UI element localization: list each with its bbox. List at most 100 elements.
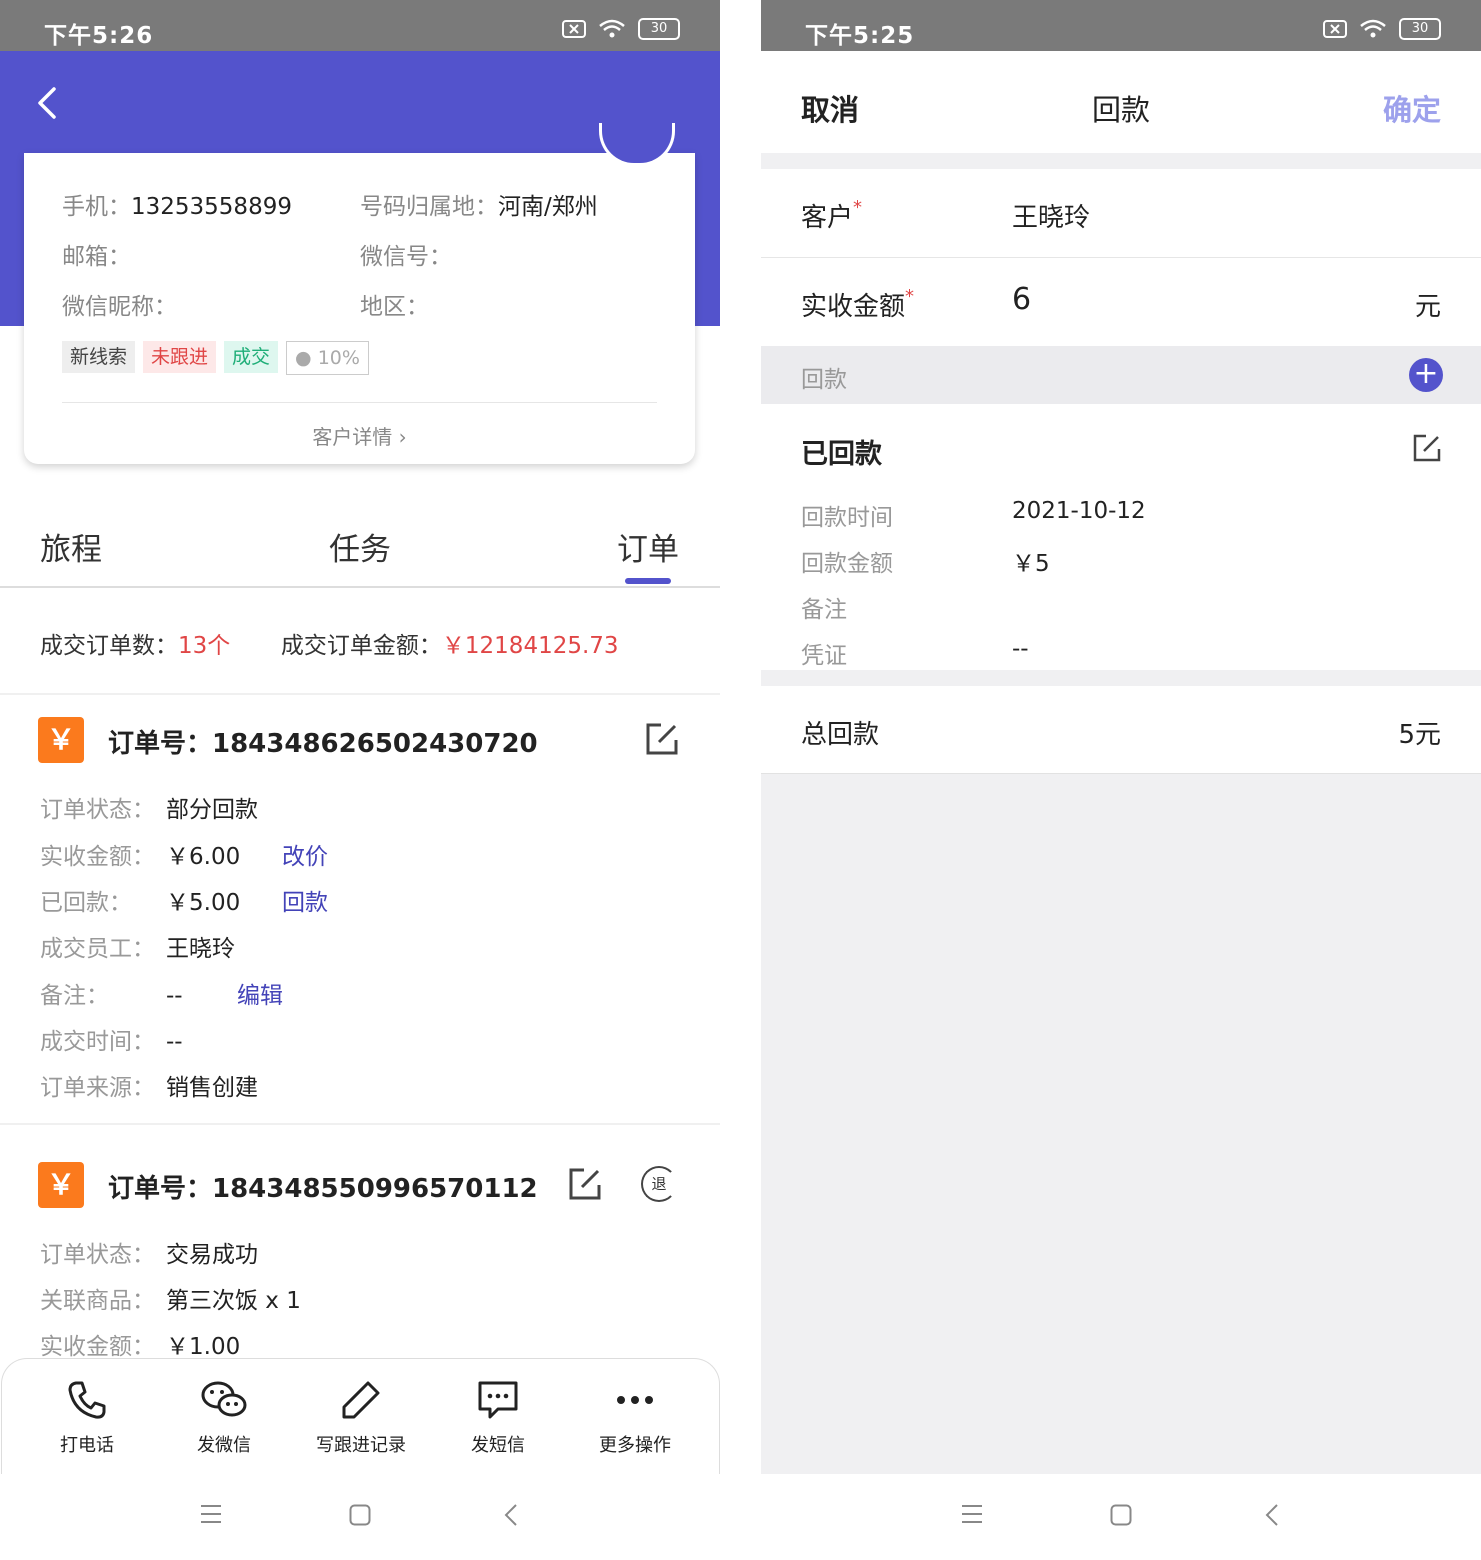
- payment-amount: ￥5: [1012, 551, 1050, 577]
- order-row: 订单状态： 交易成功: [40, 1242, 258, 1268]
- region-value: 河南/郑州: [498, 194, 598, 220]
- tab-indicator: [625, 578, 671, 584]
- sim-icon: [1323, 20, 1347, 38]
- email-field: 邮箱：: [62, 244, 131, 270]
- payment-screen: 下午5:25 30 回款 取消 确定 客户* 王晓玲 实收金额* 6 元 回款 …: [761, 0, 1481, 1560]
- system-nav-bar: [761, 1474, 1481, 1560]
- call-button[interactable]: 打电话: [22, 1379, 152, 1457]
- pencil-icon: [342, 1381, 380, 1419]
- message-icon: [478, 1381, 518, 1419]
- page-title: 回款: [1091, 93, 1150, 127]
- customer-value[interactable]: 王晓玲: [1012, 197, 1090, 234]
- home-icon[interactable]: [349, 1504, 371, 1526]
- order-summary: 成交订单数：13个 成交订单金额：￥12184125.73: [40, 633, 619, 659]
- customer-detail-link[interactable]: 客户详情 ›: [24, 421, 695, 450]
- tag-new-lead: 新线索: [62, 341, 136, 373]
- system-nav-bar: [0, 1474, 720, 1560]
- edit-icon[interactable]: [645, 722, 679, 756]
- order-row: 备注： --: [40, 983, 183, 1009]
- order-amount: ￥12184125.73: [441, 633, 619, 659]
- customer-screen: 下午5:26 30 手机：13253558899 号码归属地：河南/郑州 邮箱：…: [0, 0, 720, 1560]
- order-row: 已回款： ￥5.00: [40, 890, 241, 916]
- home-icon[interactable]: [1110, 1504, 1132, 1526]
- area-field: 地区：: [360, 294, 429, 320]
- chevron-right-icon: ›: [398, 425, 407, 449]
- tab-bar: 旅程 任务 订单: [0, 520, 720, 588]
- more-icon: [617, 1396, 653, 1404]
- change-price-link[interactable]: 改价: [282, 837, 328, 871]
- battery-icon: 30: [1399, 18, 1441, 40]
- phone-value[interactable]: 13253558899: [131, 194, 292, 220]
- wechat-icon: [201, 1381, 247, 1417]
- sms-button[interactable]: 发短信: [433, 1379, 563, 1457]
- wechat-button[interactable]: 发微信: [159, 1379, 289, 1457]
- add-payment-button[interactable]: +: [1409, 358, 1443, 392]
- order-row: 关联商品： 第三次饭 x 1: [40, 1288, 301, 1314]
- returned-title: 已回款: [801, 439, 882, 470]
- tag-deal: 成交: [224, 341, 279, 373]
- divider: [0, 1123, 720, 1125]
- avatar[interactable]: [599, 123, 675, 166]
- order-number: 订单号：184348550996570112: [108, 1174, 538, 1204]
- order-count: 13个: [178, 633, 231, 659]
- total-payment-row: 总回款 5元: [761, 686, 1481, 774]
- tab-orders[interactable]: 订单: [617, 524, 679, 569]
- payment-voucher: --: [1012, 636, 1029, 662]
- nav-back-icon[interactable]: [1264, 1504, 1280, 1526]
- battery-icon: 30: [638, 18, 680, 40]
- menu-icon[interactable]: [961, 1504, 983, 1524]
- confirm-button[interactable]: 确定: [1383, 87, 1441, 129]
- order-row: 订单状态： 部分回款: [40, 797, 258, 823]
- refund-icon[interactable]: 退: [641, 1166, 677, 1202]
- order-row: 实收金额： ￥6.00: [40, 844, 241, 870]
- required-mark: *: [905, 286, 915, 307]
- status-time: 下午5:26: [44, 23, 154, 49]
- sim-icon: [562, 20, 586, 38]
- payment-date: 2021-10-12: [1012, 498, 1146, 524]
- order-row: 订单来源： 销售创建: [40, 1075, 258, 1101]
- plus-icon: +: [1413, 356, 1439, 391]
- payment-link[interactable]: 回款: [282, 883, 328, 917]
- payment-section-header: 回款 +: [761, 346, 1481, 404]
- wifi-icon: [599, 19, 625, 38]
- yuan-icon: ￥: [38, 717, 84, 763]
- drop-icon: ●: [295, 347, 312, 369]
- total-value: 5元: [1398, 720, 1441, 750]
- status-time: 下午5:25: [805, 23, 915, 49]
- wifi-icon: [1360, 19, 1386, 38]
- edit-icon[interactable]: [1413, 434, 1441, 462]
- edit-note-link[interactable]: 编辑: [237, 976, 283, 1010]
- order-row: 成交员工： 王晓玲: [40, 936, 235, 962]
- wechat-nick-field: 微信昵称：: [62, 294, 177, 320]
- tab-journey[interactable]: 旅程: [40, 524, 102, 569]
- edit-icon[interactable]: [568, 1167, 602, 1201]
- cancel-button[interactable]: 取消: [801, 87, 859, 129]
- back-icon[interactable]: [36, 86, 58, 120]
- tag-list: 新线索 未跟进 成交 ● 10%: [62, 341, 369, 375]
- order-row: 实收金额： ￥1.00: [40, 1334, 241, 1360]
- phone-field: 手机：13253558899: [62, 194, 292, 220]
- divider: [62, 402, 657, 403]
- follow-record-button[interactable]: 写跟进记录: [296, 1379, 426, 1457]
- order-number: 订单号：184348626502430720: [108, 729, 538, 759]
- wechat-id-field: 微信号：: [360, 244, 452, 270]
- status-bar: 下午5:26 30: [0, 0, 720, 51]
- action-bar: 打电话 发微信 写跟进记录 发短信 更多操作: [1, 1358, 720, 1475]
- divider: [0, 693, 720, 695]
- yuan-icon: ￥: [38, 1162, 84, 1208]
- tag-not-followed: 未跟进: [143, 341, 217, 373]
- received-amount-row: 实收金额* 6 元: [761, 258, 1481, 346]
- tag-probability: ● 10%: [286, 341, 369, 375]
- menu-icon[interactable]: [200, 1504, 222, 1524]
- tab-tasks[interactable]: 任务: [329, 524, 391, 569]
- received-amount-input[interactable]: 6: [1012, 282, 1031, 317]
- phone-icon: [68, 1381, 106, 1419]
- status-bar: 下午5:25 30: [761, 0, 1481, 51]
- order-row: 成交时间： --: [40, 1029, 183, 1055]
- more-button[interactable]: 更多操作: [570, 1379, 700, 1457]
- customer-row: 客户* 王晓玲: [761, 169, 1481, 257]
- returned-payment-card: 已回款 回款时间 2021-10-12 回款金额 ￥5 备注 凭证 --: [761, 404, 1481, 670]
- customer-card: 手机：13253558899 号码归属地：河南/郑州 邮箱： 微信号： 微信昵称…: [24, 123, 695, 464]
- nav-back-icon[interactable]: [503, 1504, 519, 1526]
- unit-label: 元: [1414, 292, 1441, 322]
